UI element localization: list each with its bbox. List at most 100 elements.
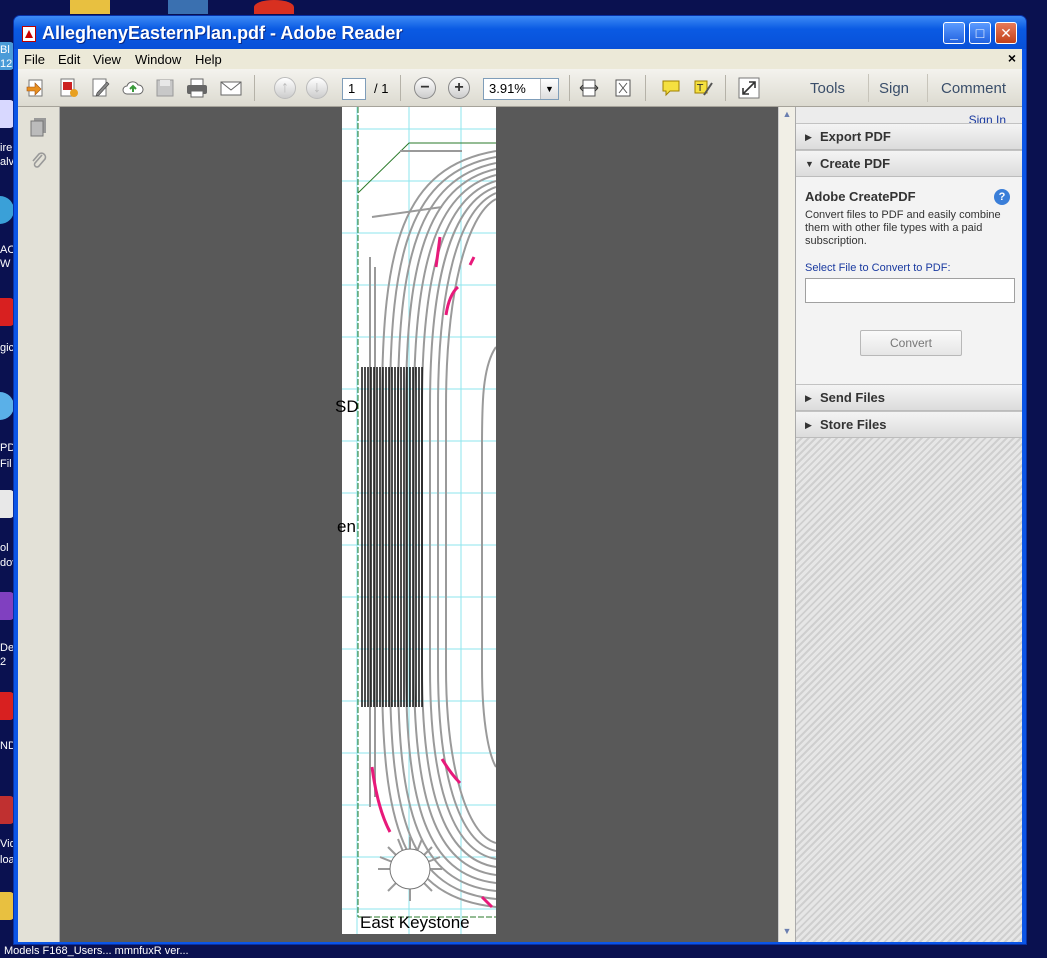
desktop-icon[interactable] (0, 490, 14, 518)
fit-page-icon[interactable] (610, 75, 636, 101)
page-label-left-2: en (337, 517, 356, 536)
comment-tab[interactable]: Comment (941, 80, 1006, 97)
pages-icon[interactable] (30, 117, 48, 137)
fit-width-icon[interactable] (576, 75, 602, 101)
desktop-label: ND (0, 740, 14, 752)
tools-tab[interactable]: Tools (810, 80, 845, 97)
help-icon[interactable]: ? (994, 189, 1010, 205)
zoom-level-value: 3.91% (489, 81, 526, 96)
page-label-left-1: SD (335, 397, 359, 416)
toolbar-separator (569, 75, 570, 101)
desktop-top-icons (70, 0, 110, 14)
desktop-icon[interactable] (0, 892, 14, 920)
create-pdf-panel: Adobe CreatePDF ? Convert files to PDF a… (796, 177, 1022, 384)
email-icon[interactable] (218, 75, 244, 101)
page-number-input[interactable]: 1 (342, 78, 366, 100)
desktop-label: gic (0, 342, 14, 354)
attachments-icon[interactable] (30, 151, 48, 171)
menu-view[interactable]: View (93, 52, 121, 67)
send-files-label: Send Files (820, 390, 886, 405)
title-bar[interactable]: AlleghenyEasternPlan.pdf - Adobe Reader … (14, 16, 1026, 49)
toolbar-separator (254, 75, 255, 101)
scroll-down-icon[interactable]: ▼ (781, 926, 793, 940)
desktop-label: loa (0, 854, 14, 866)
desktop-icon-strip: Bl 12 ire alv AC W gic PD Fil ol dov De … (0, 0, 14, 958)
desktop-label: Fil (0, 458, 12, 470)
triangle-right-icon: ▶ (805, 132, 812, 142)
panel-description: Convert files to PDF and easily combine … (805, 209, 1001, 247)
triangle-down-icon: ▼ (805, 159, 814, 169)
select-file-input[interactable] (805, 278, 1015, 303)
store-files-section[interactable]: ▶ Store Files (796, 411, 1022, 438)
zoom-level-select[interactable]: 3.91% ▼ (483, 78, 559, 100)
create-pdf-section[interactable]: ▼ Create PDF (796, 150, 1022, 177)
previous-page-icon[interactable]: ↑ (272, 75, 298, 101)
upload-cloud-icon[interactable] (120, 75, 146, 101)
save-icon[interactable] (152, 75, 178, 101)
export-pdf-section[interactable]: ▶ Export PDF (796, 123, 1022, 150)
chevron-down-icon[interactable]: ▼ (540, 79, 558, 99)
highlight-text-icon[interactable]: T (690, 75, 716, 101)
sign-tab[interactable]: Sign (879, 80, 909, 97)
sticky-note-icon[interactable] (658, 75, 684, 101)
expand-icon[interactable] (736, 75, 762, 101)
desktop-label: ol (0, 542, 9, 554)
desktop-label: 2 (0, 656, 7, 668)
pdf-page (342, 107, 496, 934)
export-pdf-label: Export PDF (820, 129, 891, 144)
desktop-icon[interactable] (0, 196, 14, 224)
menu-bar: File Edit View Window Help × (18, 49, 1022, 69)
vertical-scrollbar[interactable]: ▲ ▼ (778, 107, 795, 942)
toolbar: ↑ ↓ 1 / 1 − + 3.91% ▼ T Tools Sign Comme… (18, 69, 1022, 107)
minimize-button[interactable]: _ (943, 22, 965, 44)
toolbar-separator (725, 75, 726, 101)
print-icon[interactable] (184, 75, 210, 101)
desktop-label: De (0, 642, 14, 654)
scroll-up-icon[interactable]: ▲ (781, 109, 793, 123)
document-view[interactable]: SD en East Keystone (60, 107, 778, 942)
page-total: / 1 (374, 81, 389, 96)
desktop-taskbar-text: Models F168_Users... mmnfuxR ver... (4, 945, 189, 957)
menu-edit[interactable]: Edit (58, 52, 80, 67)
store-files-label: Store Files (820, 417, 887, 432)
tools-pane: Sign In ▶ Export PDF ▼ Create PDF Adobe … (795, 107, 1022, 942)
desktop-icon[interactable] (0, 100, 14, 128)
edit-pdf-icon[interactable] (88, 75, 114, 101)
toolbar-separator (868, 74, 869, 102)
pane-background (796, 438, 1022, 942)
convert-button[interactable]: Convert (860, 330, 962, 356)
window-title: AlleghenyEasternPlan.pdf - Adobe Reader (42, 23, 403, 43)
page-bottom-label: East Keystone (360, 913, 470, 932)
close-document-button[interactable]: × (1008, 50, 1016, 66)
adobe-reader-window: AlleghenyEasternPlan.pdf - Adobe Reader … (13, 15, 1027, 945)
maximize-button[interactable]: □ (969, 22, 991, 44)
create-pdf-label: Create PDF (820, 156, 891, 171)
desktop-icon[interactable] (0, 692, 14, 720)
create-pdf-icon[interactable] (56, 75, 82, 101)
close-button[interactable]: ✕ (995, 22, 1017, 44)
menu-help[interactable]: Help (195, 52, 222, 67)
desktop-icon[interactable] (0, 392, 14, 420)
triangle-right-icon: ▶ (805, 393, 812, 403)
svg-text:T: T (696, 83, 704, 94)
menu-file[interactable]: File (24, 52, 45, 67)
toolbar-separator (400, 75, 401, 101)
desktop-label: alv (0, 156, 14, 168)
desktop-icon[interactable] (0, 298, 14, 326)
next-page-icon[interactable]: ↓ (304, 75, 330, 101)
navigation-pane (18, 107, 60, 942)
desktop-label: 12 (0, 58, 13, 70)
toolbar-separator (927, 74, 928, 102)
menu-window[interactable]: Window (135, 52, 181, 67)
desktop-icon[interactable] (0, 592, 14, 620)
open-icon[interactable] (24, 75, 50, 101)
zoom-out-icon[interactable]: − (412, 75, 438, 101)
zoom-in-icon[interactable]: + (446, 75, 472, 101)
desktop-label: dov (0, 557, 14, 569)
panel-title: Adobe CreatePDF (805, 189, 916, 204)
desktop-icon[interactable] (0, 796, 14, 824)
send-files-section[interactable]: ▶ Send Files (796, 384, 1022, 411)
triangle-right-icon: ▶ (805, 420, 812, 430)
desktop-label: W (0, 258, 11, 270)
desktop-label: AC (0, 244, 14, 256)
